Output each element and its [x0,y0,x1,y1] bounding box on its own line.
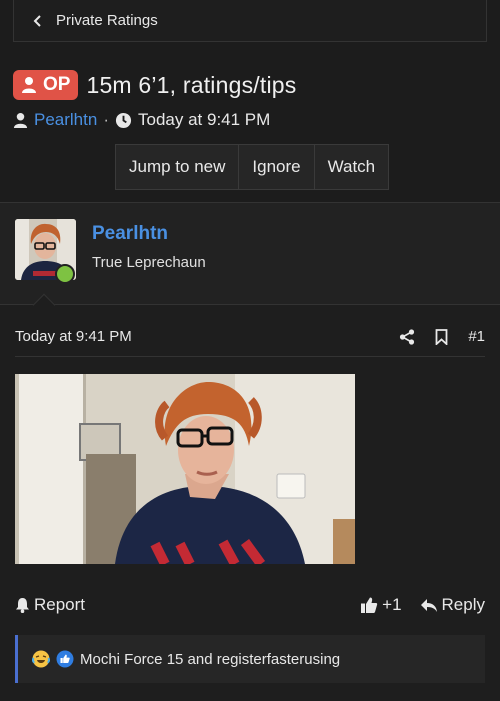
watch-button[interactable]: Watch [315,145,389,189]
post-number[interactable]: #1 [468,328,485,345]
user-icon [13,112,28,128]
clock-icon [115,112,132,128]
user-title: True Leprechaun [92,254,206,271]
post-username[interactable]: Pearlhtn [92,223,168,245]
thumbs-up-icon [361,597,378,613]
post-user-block: Pearlhtn True Leprechaun [0,203,500,317]
op-label: OP [43,74,71,95]
like-button[interactable]: +1 [360,595,402,615]
post-meta: Today at 9:41 PM #1 [15,321,485,357]
bookmark-icon[interactable] [435,328,448,345]
post-tools: #1 [399,328,485,345]
report-label: Report [34,595,86,614]
thread-time[interactable]: Today at 9:41 PM [138,110,270,130]
post-date[interactable]: Today at 9:41 PM [15,328,132,345]
post-actions: Report +1 Reply [15,593,485,617]
user-icon [22,77,36,93]
post: Pearlhtn True Leprechaun Today at 9:41 P… [0,203,500,701]
thumbs-up-reaction-icon [56,650,74,668]
online-status-indicator [55,264,75,284]
report-button[interactable]: Report [15,595,85,615]
laughing-crying-emoji-icon [32,650,50,668]
thread-title: 15m 6’1, ratings/tips [86,71,297,98]
reactions-bar[interactable]: Mochi Force 15 and registerfasterusing [15,635,485,683]
user-block-arrow [32,293,56,317]
reply-icon [420,598,437,612]
op-badge: OP [13,70,79,100]
ignore-button[interactable]: Ignore [239,145,315,189]
breadcrumb-label: Private Ratings [56,12,158,29]
like-count: +1 [382,595,402,614]
chevron-left-icon [32,14,44,28]
breadcrumb[interactable]: Private Ratings [13,0,487,42]
post-image[interactable] [15,374,355,564]
thread-author-link[interactable]: Pearlhtn [34,110,97,130]
thread-actions: Jump to new Ignore Watch [115,144,390,190]
bell-icon [16,598,29,613]
reply-label: Reply [441,595,485,614]
reactions-text: Mochi Force 15 and registerfasterusing [80,650,341,668]
reply-button[interactable]: Reply [420,595,485,615]
jump-to-new-button[interactable]: Jump to new [116,145,240,189]
share-icon[interactable] [399,328,415,345]
meta-separator: · [103,110,109,129]
thread-header: OP 15m 6’1, ratings/tips Pearlhtn · Toda… [13,70,487,130]
